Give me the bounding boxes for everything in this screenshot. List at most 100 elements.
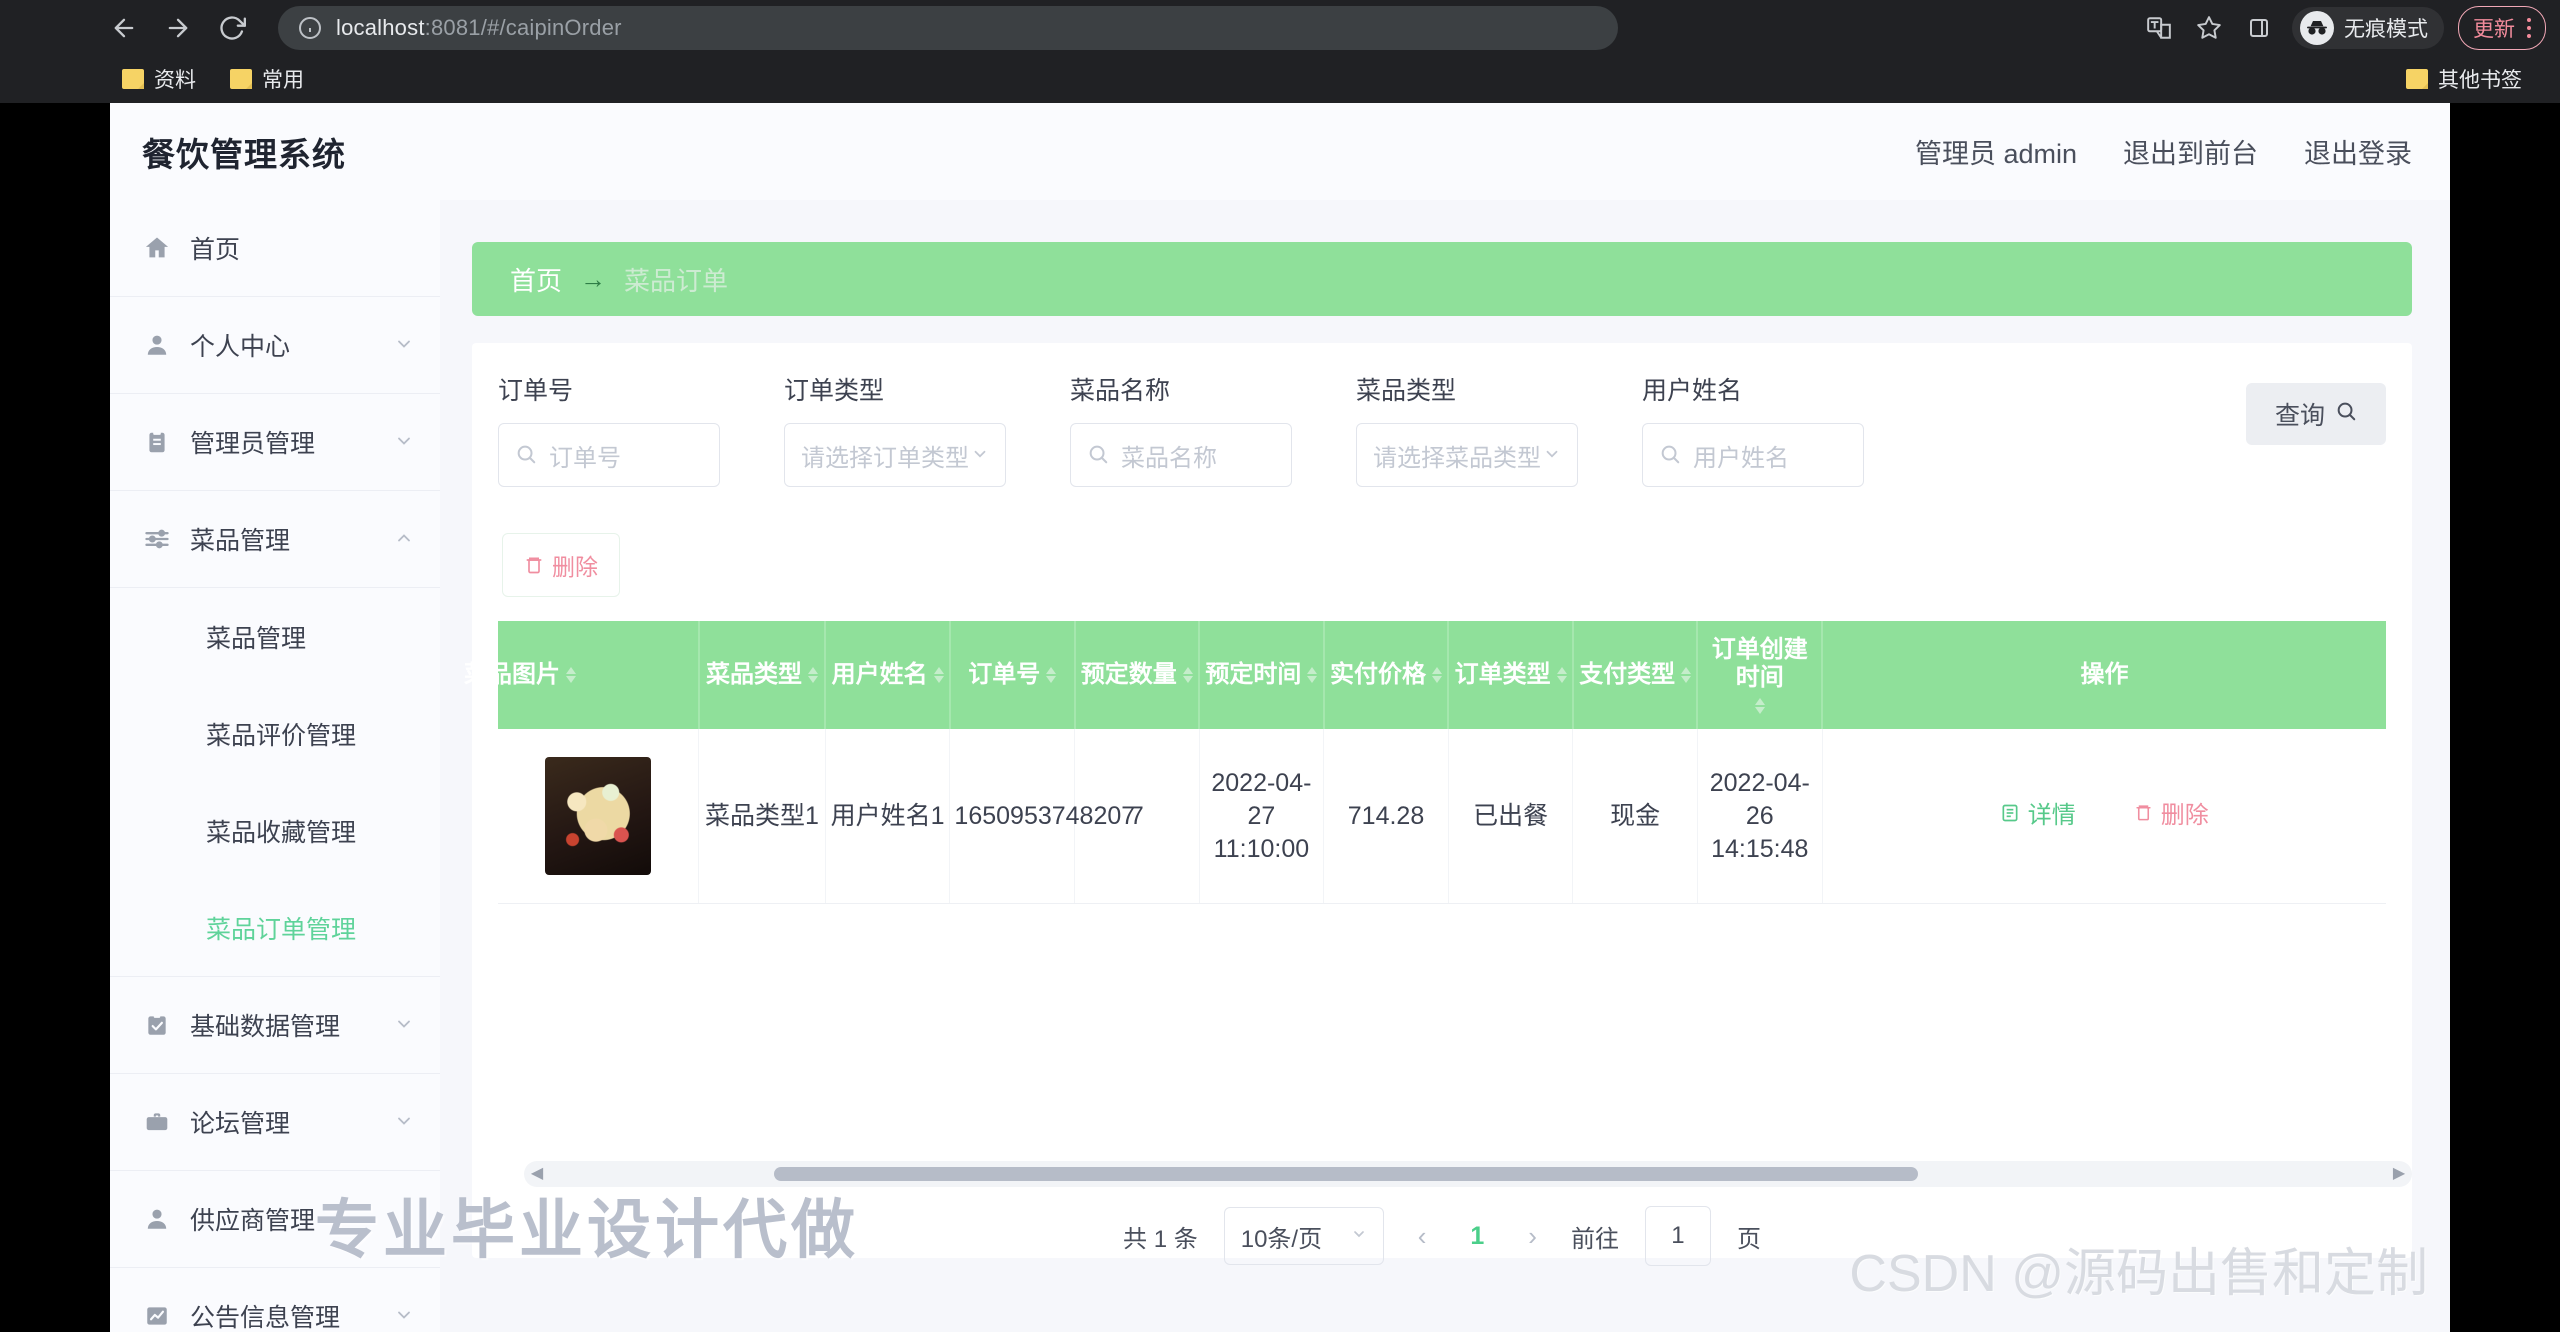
scrollbar-thumb[interactable]	[774, 1167, 1918, 1181]
query-button[interactable]: 查询	[2246, 383, 2386, 445]
pagination-next-button[interactable]: ›	[1520, 1223, 1545, 1249]
chevron-down-icon	[1351, 1226, 1367, 1246]
sidebar-subitem-dish-favorite[interactable]: 菜品收藏管理	[110, 782, 440, 879]
column-header-quantity[interactable]: 预定数量	[1074, 621, 1201, 729]
folder-icon	[2406, 69, 2428, 89]
cell-operations: 详情 删除	[1822, 729, 2386, 904]
cell-reserve-time: 2022-04-27 11:10:00	[1199, 729, 1325, 904]
column-label: 支付类型	[1579, 661, 1676, 689]
table-row: 菜品类型1 用户姓名1 1650953748207 7 2022-04-27 1…	[498, 729, 2386, 904]
update-button[interactable]: 更新	[2458, 5, 2546, 50]
sidebar-item-dish-management[interactable]: 菜品管理	[110, 491, 440, 588]
exit-to-front-link[interactable]: 退出到前台	[2123, 132, 2258, 171]
search-icon	[1087, 443, 1111, 467]
left-letterbox	[0, 103, 110, 1332]
sort-arrows-icon[interactable]	[1754, 697, 1765, 714]
sidebar-item-announcement-management[interactable]: 公告信息管理	[110, 1268, 440, 1332]
pagination-prev-button[interactable]: ‹	[1410, 1223, 1435, 1249]
reload-icon[interactable]	[208, 4, 256, 52]
back-arrow-icon[interactable]	[100, 4, 148, 52]
cell-order-no: 1650953748207	[949, 729, 1135, 904]
column-header-order-no[interactable]: 订单号	[949, 621, 1076, 729]
sidebar: 首页 个人中心 管理员管理 菜品管理 菜品管理 菜品评价管理 菜品收藏管理 菜品…	[110, 200, 440, 1332]
sort-arrows-icon[interactable]	[566, 667, 576, 683]
bookmark-item-ziliao[interactable]: 资料	[112, 60, 206, 98]
row-detail-button[interactable]: 详情	[2000, 800, 2076, 832]
user-name-input[interactable]: 用户姓名	[1642, 423, 1864, 487]
order-no-placeholder: 订单号	[549, 444, 621, 472]
sidebar-item-basic-data[interactable]: 基础数据管理	[110, 977, 440, 1074]
column-header-pay-type[interactable]: 支付类型	[1572, 621, 1699, 729]
info-circle-icon[interactable]	[298, 16, 322, 40]
sidebar-item-label: 基础数据管理	[190, 1013, 341, 1041]
column-header-user-name[interactable]: 用户姓名	[825, 621, 951, 729]
url-path: :8081/#/caipinOrder	[424, 14, 622, 40]
pagination-goto-input[interactable]: 1	[1644, 1206, 1711, 1266]
column-header-paid-price[interactable]: 实付价格	[1323, 621, 1450, 729]
sort-arrows-icon[interactable]	[1046, 667, 1057, 683]
bookmark-item-changyong[interactable]: 常用	[220, 60, 314, 98]
sidebar-item-admin-management[interactable]: 管理员管理	[110, 394, 440, 491]
sort-arrows-icon[interactable]	[1681, 667, 1692, 683]
order-no-input[interactable]: 订单号	[498, 423, 720, 487]
cell-user-name: 用户姓名1	[825, 729, 951, 904]
order-type-select[interactable]: 请选择订单类型	[784, 423, 1006, 487]
page-size-select[interactable]: 10条/页	[1223, 1207, 1384, 1265]
sort-arrows-icon[interactable]	[1307, 667, 1318, 683]
sort-arrows-icon[interactable]	[1556, 667, 1567, 683]
column-header-order-type[interactable]: 订单类型	[1448, 621, 1574, 729]
incognito-indicator[interactable]: 无痕模式	[2292, 6, 2444, 49]
filter-label: 菜品类型	[1356, 377, 1457, 405]
sidebar-item-home[interactable]: 首页	[110, 200, 440, 297]
batch-delete-button[interactable]: 删除	[502, 533, 620, 597]
sort-arrows-icon[interactable]	[1432, 667, 1442, 683]
scrollbar-track[interactable]	[550, 1167, 2386, 1181]
navigation-buttons	[100, 4, 256, 52]
pagination-page-1[interactable]: 1	[1460, 1222, 1494, 1251]
filter-dish-name: 菜品名称 菜品名称	[1070, 371, 1292, 487]
sidebar-item-supplier-management[interactable]: 供应商管理	[110, 1171, 440, 1268]
logout-link[interactable]: 退出登录	[2304, 132, 2412, 171]
address-bar[interactable]: localhost:8081/#/caipinOrder	[278, 5, 1618, 50]
sort-arrows-icon[interactable]	[807, 667, 818, 683]
breadcrumb-home-link[interactable]: 首页	[510, 261, 562, 298]
bookmark-label: 常用	[262, 69, 304, 92]
column-header-reserve-time[interactable]: 预定时间	[1199, 621, 1325, 729]
chevron-down-icon	[394, 1111, 414, 1134]
column-label: 订单号	[968, 661, 1041, 689]
page-title: 餐饮管理系统	[142, 135, 346, 173]
sidebar-item-personal-center[interactable]: 个人中心	[110, 297, 440, 394]
cell-created-time: 2022-04-26 14:15:48	[1697, 729, 1823, 904]
star-icon[interactable]	[2186, 5, 2232, 51]
dish-name-input[interactable]: 菜品名称	[1070, 423, 1292, 487]
forward-arrow-icon[interactable]	[154, 4, 202, 52]
scroll-left-icon[interactable]: ◀	[524, 1161, 550, 1187]
chevron-down-icon	[394, 1305, 414, 1328]
toolbar-right-icons: 无痕模式 更新	[2136, 0, 2560, 55]
horizontal-scrollbar[interactable]: ◀ ▶	[524, 1161, 2412, 1187]
sort-arrows-icon[interactable]	[933, 667, 944, 683]
sidebar-item-forum-management[interactable]: 论坛管理	[110, 1074, 440, 1171]
sort-arrows-icon[interactable]	[1182, 667, 1193, 683]
column-header-dish-type[interactable]: 菜品类型	[698, 621, 827, 729]
chevron-down-icon	[394, 431, 414, 454]
row-delete-button[interactable]: 删除	[2134, 800, 2209, 832]
sidebar-submenu-dish: 菜品管理 菜品评价管理 菜品收藏管理 菜品订单管理	[110, 588, 440, 977]
other-bookmarks-button[interactable]: 其他书签	[2396, 60, 2532, 98]
column-header-dish-image[interactable]: 菜品图片	[464, 621, 700, 729]
kebab-menu-icon[interactable]	[2521, 17, 2537, 38]
pizza-thumbnail[interactable]	[545, 757, 652, 875]
side-panel-icon[interactable]	[2236, 5, 2282, 51]
main-content: 首页 → 菜品订单 订单号 订单号 订单类型 请选择订单类型 菜品名称 菜品名称…	[440, 200, 2450, 1332]
dish-type-select[interactable]: 请选择菜品类型	[1356, 423, 1578, 487]
scroll-right-icon[interactable]: ▶	[2386, 1161, 2412, 1187]
sidebar-subitem-dish-management[interactable]: 菜品管理	[110, 588, 440, 685]
column-header-operations: 操作	[1822, 621, 2386, 729]
sidebar-item-label: 公告信息管理	[190, 1304, 341, 1332]
column-header-created-time[interactable]: 订单创建时间	[1697, 621, 1824, 729]
sidebar-subitem-dish-order[interactable]: 菜品订单管理	[110, 879, 440, 976]
translate-icon[interactable]	[2136, 5, 2182, 51]
sidebar-subitem-dish-review[interactable]: 菜品评价管理	[110, 685, 440, 782]
right-letterbox	[2450, 103, 2560, 1332]
clipboard-icon	[142, 427, 172, 457]
